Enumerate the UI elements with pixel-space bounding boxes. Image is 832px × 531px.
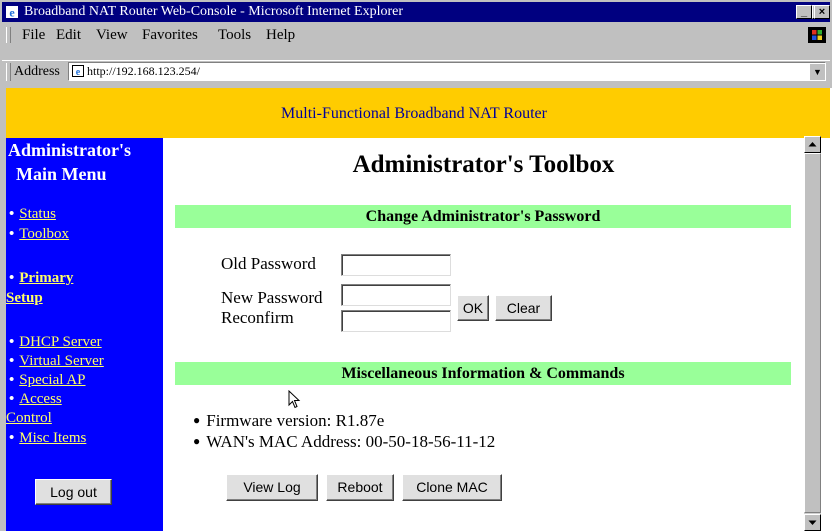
reconfirm-label: Reconfirm <box>221 308 294 327</box>
address-url: http://192.168.123.254/ <box>87 64 201 78</box>
sidebar-title-line2: Main Menu <box>16 164 107 184</box>
bullet-icon: • <box>9 430 15 446</box>
menu-favorites[interactable]: Favorites <box>142 24 198 46</box>
bullet-icon: • <box>9 372 15 388</box>
banner-text: Multi-Functional Broadband NAT Router <box>281 105 547 122</box>
sidebar-item-label-cont[interactable]: Setup <box>6 290 43 306</box>
sidebar-item-special-ap[interactable]: • Special AP <box>9 370 86 390</box>
menu-file[interactable]: File <box>22 24 45 46</box>
sidebar-item-label[interactable]: Virtual Server <box>19 353 104 369</box>
sidebar-item-label[interactable]: Status <box>19 206 56 222</box>
sidebar-item-label-cont[interactable]: Control <box>6 410 52 426</box>
sidebar-item-access-control[interactable]: • Access <box>9 389 62 409</box>
reconfirm-password-field[interactable] <box>341 310 451 332</box>
reboot-button[interactable]: Reboot <box>326 474 394 501</box>
sidebar-item-label[interactable]: Access <box>19 391 61 407</box>
sidebar-title: Administrator's Main Menu <box>8 138 131 186</box>
sidebar-item-label[interactable]: Misc Items <box>19 430 86 446</box>
top-banner: Multi-Functional Broadband NAT Router <box>6 88 830 138</box>
misc-section-header: Miscellaneous Information & Commands <box>175 362 791 385</box>
menubar-grip[interactable] <box>6 27 11 43</box>
sidebar-item-dhcp-server[interactable]: • DHCP Server <box>9 332 102 352</box>
old-password-label: Old Password <box>221 254 316 273</box>
menu-bar: File Edit View Favorites Tools Help <box>2 24 830 46</box>
chevron-down-icon: ▼ <box>813 67 822 77</box>
scroll-up-button[interactable] <box>804 136 821 153</box>
sidebar: Administrator's Main Menu • Status • Toolb… <box>6 138 163 531</box>
scroll-thumb[interactable] <box>804 153 821 513</box>
new-password-label: New Password <box>221 288 323 307</box>
mac-info: ● WAN's MAC Address: 00-50-18-56-11-12 <box>193 432 495 453</box>
page-content: Multi-Functional Broadband NAT Router Ad… <box>6 88 832 531</box>
minimize-button[interactable]: _ <box>796 5 812 19</box>
browser-window: e Broadband NAT Router Web-Console - Mic… <box>0 0 832 531</box>
scroll-down-button[interactable] <box>804 514 821 531</box>
page-title: Administrator's Toolbox <box>352 151 615 178</box>
address-label: Address <box>14 64 60 79</box>
address-bar: Address e http://192.168.123.254/ ▼ <box>2 60 830 83</box>
logout-button[interactable]: Log out <box>35 479 112 505</box>
svg-text:e: e <box>76 67 81 77</box>
menu-view[interactable]: View <box>96 24 128 46</box>
sidebar-item-status[interactable]: • Status <box>9 204 56 224</box>
new-password-field[interactable] <box>341 284 451 306</box>
sidebar-item-virtual-server[interactable]: • Virtual Server <box>9 351 104 371</box>
bullet-icon: • <box>9 353 15 369</box>
sidebar-item-label[interactable]: Toolbox <box>19 226 69 242</box>
view-log-button[interactable]: View Log <box>226 474 318 501</box>
clone-mac-button[interactable]: Clone MAC <box>402 474 502 501</box>
addressbar-grip[interactable] <box>6 63 11 81</box>
bullet-icon: ● <box>193 434 201 448</box>
sidebar-item-access-control-cont[interactable]: Control <box>6 408 52 428</box>
password-section-header: Change Administrator's Password <box>175 205 791 228</box>
bullet-icon: • <box>9 391 15 407</box>
old-password-field[interactable] <box>341 254 451 276</box>
window-title: Broadband NAT Router Web-Console - Micro… <box>24 4 403 19</box>
main-panel: Administrator's Toolbox Change Administr… <box>163 138 804 531</box>
bullet-icon: • <box>9 226 15 242</box>
close-icon: × <box>818 6 826 18</box>
mouse-cursor-icon <box>288 390 301 409</box>
menu-edit[interactable]: Edit <box>56 24 81 46</box>
svg-text:e: e <box>9 6 15 20</box>
page-icon: e <box>72 65 84 77</box>
address-input[interactable]: e http://192.168.123.254/ ▼ <box>68 62 826 81</box>
firmware-info: ● Firmware version: R1.87e <box>193 411 384 432</box>
firmware-version: Firmware version: R1.87e <box>206 411 385 430</box>
vertical-scrollbar[interactable] <box>804 136 821 531</box>
menu-tools[interactable]: Tools <box>218 24 251 46</box>
sidebar-title-line1: Administrator's <box>8 140 131 160</box>
bullet-icon: • <box>9 270 15 286</box>
clear-button[interactable]: Clear <box>495 295 552 321</box>
bullet-icon: • <box>9 206 15 222</box>
wan-mac-address: WAN's MAC Address: 00-50-18-56-11-12 <box>206 432 496 451</box>
close-button[interactable]: × <box>814 5 830 19</box>
sidebar-item-label[interactable]: Primary <box>19 270 73 286</box>
minimize-icon: _ <box>800 6 808 18</box>
arrow-down-icon <box>808 520 817 525</box>
windows-logo-icon <box>808 27 826 43</box>
sidebar-item-misc-items[interactable]: • Misc Items <box>9 428 86 448</box>
menu-help[interactable]: Help <box>266 24 295 46</box>
bullet-icon: • <box>9 334 15 350</box>
ok-button[interactable]: OK <box>457 295 489 321</box>
ie-icon: e <box>6 6 18 20</box>
sidebar-item-primary-setup[interactable]: • Primary <box>9 268 73 288</box>
title-bar: e Broadband NAT Router Web-Console - Mic… <box>2 2 830 22</box>
sidebar-item-label[interactable]: DHCP Server <box>19 334 101 350</box>
sidebar-item-primary-setup-cont[interactable]: Setup <box>6 288 43 308</box>
bullet-icon: ● <box>193 413 201 427</box>
arrow-up-icon <box>808 142 817 147</box>
sidebar-item-toolbox[interactable]: • Toolbox <box>9 224 69 244</box>
sidebar-item-label[interactable]: Special AP <box>19 372 85 388</box>
address-dropdown-button[interactable]: ▼ <box>809 63 825 80</box>
